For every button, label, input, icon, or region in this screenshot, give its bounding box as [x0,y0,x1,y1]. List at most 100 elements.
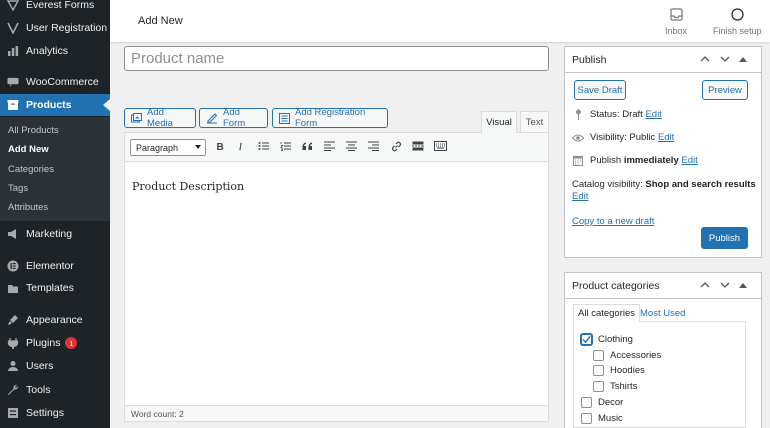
edit-catalog-visibility-link[interactable]: Edit [572,191,588,202]
add-form-button[interactable]: Add Form [199,107,268,129]
menu-item-analytics[interactable]: Analytics [0,40,110,62]
italic-button[interactable]: I [232,139,250,156]
collapse-toggle-button[interactable] [737,279,749,291]
italic-icon: I [236,141,246,154]
align-left-icon [323,141,335,154]
category-item-accessories[interactable]: Accessories [593,350,661,361]
editor-toolbar: Paragraph B I [125,133,548,162]
add-registration-form-button[interactable]: Add Registration Form [272,107,388,129]
menu-item-plugins[interactable]: Plugins 1 [0,332,110,354]
move-up-button[interactable] [699,279,711,291]
add-media-icon [131,112,142,124]
publish-box-title: Publish [572,53,607,66]
copy-to-new-draft-link[interactable]: Copy to a new draft [572,216,654,227]
finish-setup-button[interactable]: Finish setup [713,8,762,36]
format-select[interactable]: Paragraph [130,139,206,156]
categories-box-header: Product categories [565,273,761,299]
product-name-input[interactable] [124,46,549,71]
align-right-button[interactable] [364,139,382,156]
page-header: Add New Inbox Finish setup [110,0,770,42]
tab-visual[interactable]: Visual [481,111,517,133]
categories-box-title: Product categories [572,279,660,292]
menu-item-users[interactable]: Users [0,355,110,377]
category-item-music[interactable]: Music [581,413,623,424]
bold-button[interactable]: B [211,139,229,156]
save-draft-button[interactable]: Save Draft [574,80,626,100]
page-title: Add New [138,15,183,27]
bulleted-list-button[interactable] [254,139,272,156]
inbox-icon [669,8,683,22]
publish-box: Publish Save Draft Preview Status: Draft… [564,46,762,258]
category-item-tshirts[interactable]: Tshirts [593,381,637,392]
preview-button[interactable]: Preview [702,80,748,100]
chevron-down-icon [195,145,201,149]
visibility-label: Visibility: [590,132,627,143]
tab-all-categories[interactable]: All categories [573,304,641,322]
submenu-all-products[interactable]: All Products [8,125,59,136]
tab-most-used[interactable]: Most Used [636,304,689,322]
move-down-button[interactable] [719,53,731,65]
calendar-icon [572,155,584,166]
checkbox[interactable] [581,413,592,424]
move-up-button[interactable] [699,53,711,65]
checkbox[interactable] [593,381,604,392]
user-registration-icon [7,22,19,34]
submenu-add-new[interactable]: Add New [8,144,49,155]
admin-sidebar: Everest Forms User Registration Analytic… [0,0,110,428]
checkbox[interactable] [593,350,604,361]
insert-link-button[interactable] [387,139,405,156]
publish-box-header: Publish [565,47,761,73]
status-label: Status: [590,109,620,120]
menu-item-appearance[interactable]: Appearance [0,309,110,331]
add-form-label: Add Form [223,107,246,129]
align-left-button[interactable] [320,139,338,156]
menu-item-elementor[interactable]: Elementor [0,255,110,277]
submenu-categories[interactable]: Categories [8,164,54,175]
edit-status-link[interactable]: Edit [645,109,661,120]
publish-date-row: Publish immediately Edit [572,155,698,166]
inbox-button[interactable]: Inbox [665,8,687,36]
edit-publish-date-link[interactable]: Edit [681,155,697,166]
content-editor: Paragraph B I Product Description Word c… [124,132,549,422]
collapse-toggle-button[interactable] [737,53,749,65]
category-item-clothing[interactable]: Clothing [581,334,633,345]
format-select-value: Paragraph [136,142,179,153]
read-more-button[interactable] [409,139,427,156]
menu-item-templates[interactable]: Templates [0,277,110,299]
eye-icon [572,133,584,142]
appearance-icon [7,314,19,326]
menu-item-user-registration[interactable]: User Registration [0,17,110,39]
menu-item-settings[interactable]: Settings [0,402,110,424]
category-label: Tshirts [610,381,638,392]
category-item-hoodies[interactable]: Hoodies [593,365,645,376]
menu-item-woocommerce[interactable]: WooCommerce [0,71,110,93]
category-item-decor[interactable]: Decor [581,397,623,408]
move-down-button[interactable] [719,279,731,291]
publish-button[interactable]: Publish [701,227,748,249]
checkbox[interactable] [581,397,592,408]
menu-item-marketing[interactable]: Marketing [0,223,110,245]
menu-item-products[interactable]: Products [0,94,110,116]
align-center-button[interactable] [342,139,360,156]
menu-item-everest-forms[interactable]: Everest Forms [0,0,110,16]
settings-icon [7,407,19,419]
bold-icon: B [215,141,225,154]
submenu-attributes[interactable]: Attributes [8,202,48,213]
edit-visibility-link[interactable]: Edit [658,132,674,143]
checkbox[interactable] [593,365,604,376]
products-icon [7,99,19,111]
numbered-list-button[interactable] [276,139,294,156]
align-center-icon [345,141,357,154]
menu-label: Products [26,99,72,111]
editor-content[interactable]: Product Description [132,180,244,193]
blockquote-button[interactable] [298,139,316,156]
category-label: Clothing [598,334,633,345]
menu-item-tools[interactable]: Tools [0,379,110,401]
submenu-tags[interactable]: Tags [8,183,28,194]
toolbar-toggle-button[interactable] [431,139,449,156]
plugins-icon [7,337,19,349]
numbered-list-icon [279,141,291,154]
tab-text[interactable]: Text [520,111,549,132]
add-media-button[interactable]: Add Media [124,107,196,129]
checkbox-checked[interactable] [581,334,592,345]
